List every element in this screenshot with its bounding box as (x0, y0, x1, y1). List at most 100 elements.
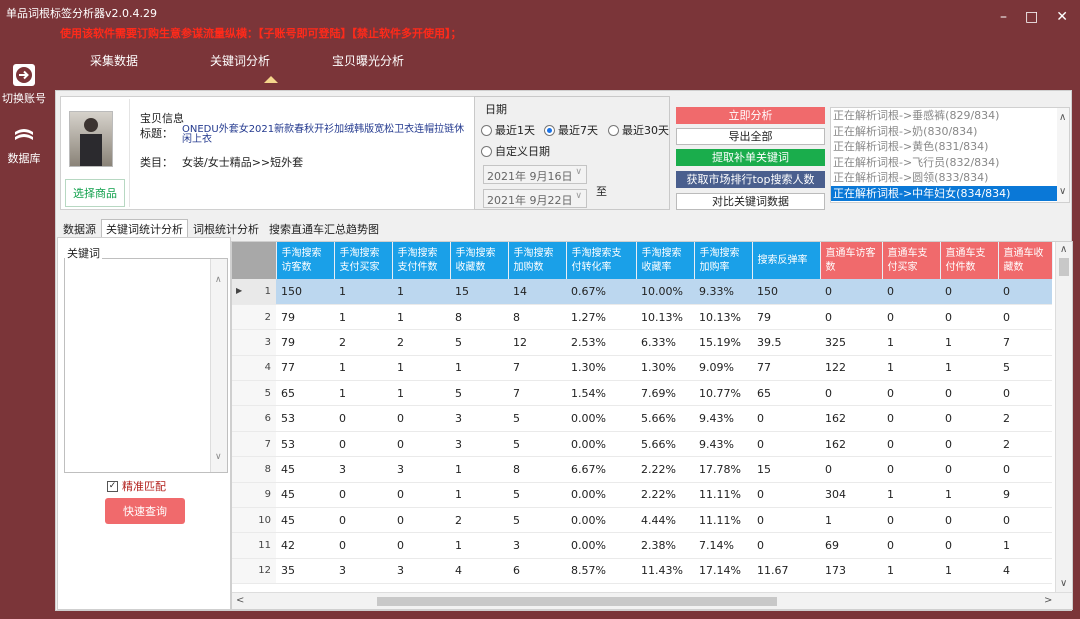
table-cell[interactable]: 0 (820, 304, 882, 331)
radio-last-7-days[interactable]: 最近7天 (544, 122, 598, 138)
chevron-left-icon[interactable]: < (236, 595, 244, 606)
column-header[interactable]: 手淘搜索支付买家 (334, 242, 393, 279)
table-cell[interactable]: 8.57% (566, 558, 636, 585)
keyword-scrollbar[interactable]: ∧ ∨ (210, 259, 227, 472)
table-cell[interactable]: 0 (334, 532, 392, 559)
tab-exposure-analysis[interactable]: 宝贝曝光分析 (332, 52, 432, 69)
subtab-root-stats[interactable]: 词根统计分析 (188, 219, 264, 239)
table-cell[interactable]: 39.5 (752, 329, 820, 356)
table-cell[interactable]: 0 (882, 507, 940, 534)
table-cell[interactable]: 1 (450, 532, 508, 559)
radio-last-1-day[interactable]: 最近1天 (481, 122, 535, 138)
chevron-down-icon[interactable]: ∨ (1059, 186, 1066, 197)
table-cell[interactable]: 0 (752, 482, 820, 509)
log-item[interactable]: 正在解析词根->圆领(833/834) (831, 170, 1069, 186)
chevron-up-icon[interactable]: ∧ (1059, 112, 1066, 123)
table-cell[interactable]: 12 (508, 329, 566, 356)
table-cell[interactable]: 3 (508, 532, 566, 559)
table-cell[interactable]: 0 (752, 507, 820, 534)
row-number[interactable]: 2 (232, 304, 276, 331)
select-product-button[interactable]: 选择商品 (65, 179, 125, 207)
table-cell[interactable]: 77 (752, 355, 820, 382)
column-header[interactable]: 手淘搜索访客数 (276, 242, 335, 279)
export-all-button[interactable]: 导出全部 (676, 128, 825, 145)
radio-custom-date[interactable]: 自定义日期 (481, 143, 550, 159)
table-cell[interactable]: 69 (820, 532, 882, 559)
grid-horizontal-scrollbar[interactable]: < > (232, 592, 1072, 609)
table-cell[interactable]: 15.19% (694, 329, 752, 356)
table-cell[interactable]: 5 (508, 405, 566, 432)
table-cell[interactable]: 17.14% (694, 558, 752, 585)
table-cell[interactable]: 1 (940, 558, 998, 585)
table-cell[interactable]: 0.67% (566, 279, 636, 305)
table-cell[interactable]: 1 (940, 329, 998, 356)
table-cell[interactable]: 122 (820, 355, 882, 382)
table-cell[interactable]: 0 (392, 507, 450, 534)
table-cell[interactable]: 325 (820, 329, 882, 356)
table-cell[interactable]: 0.00% (566, 482, 636, 509)
table-cell[interactable]: 0 (752, 405, 820, 432)
table-row[interactable]: 12 35 3 3 4 6 8.57% 11.43% 17.14% 11.67 173 1 1 4 (232, 558, 1052, 585)
table-cell[interactable]: 6.33% (636, 329, 694, 356)
table-cell[interactable]: 0 (940, 507, 998, 534)
table-cell[interactable]: 0.00% (566, 405, 636, 432)
table-cell[interactable]: 0 (820, 380, 882, 407)
table-cell[interactable]: 0 (334, 405, 392, 432)
table-cell[interactable]: 14 (508, 279, 566, 305)
table-cell[interactable]: 35 (276, 558, 334, 585)
minimize-button[interactable]: – (1000, 9, 1007, 25)
table-cell[interactable]: 5.66% (636, 431, 694, 458)
table-cell[interactable]: 0 (998, 279, 1052, 305)
log-item[interactable]: 正在解析词根->飞行员(832/834) (831, 155, 1069, 171)
table-cell[interactable]: 1 (334, 279, 392, 305)
grid-vertical-scrollbar[interactable]: ∧ ∨ (1055, 242, 1072, 593)
start-date-picker[interactable]: 2021年 9月16日 ∨ (483, 165, 587, 184)
chevron-up-icon[interactable]: ∧ (1060, 244, 1067, 255)
table-row[interactable]: 4 77 1 1 1 7 1.30% 1.30% 9.09% 77 122 1 1 5 (232, 355, 1052, 382)
table-cell[interactable]: 0 (940, 431, 998, 458)
progress-log-list[interactable]: 正在解析词根->垂感裤(829/834) 正在解析词根->奶(830/834) … (830, 107, 1070, 203)
table-cell[interactable]: 10.00% (636, 279, 694, 305)
table-cell[interactable]: 9.43% (694, 405, 752, 432)
chevron-down-icon[interactable]: ∨ (215, 452, 222, 462)
table-cell[interactable]: 5 (508, 431, 566, 458)
table-row[interactable]: 2 79 1 1 8 8 1.27% 10.13% 10.13% 79 0 0 0 0 (232, 304, 1052, 331)
table-cell[interactable]: 0 (940, 304, 998, 331)
table-cell[interactable]: 2 (998, 431, 1052, 458)
table-cell[interactable]: 0 (820, 279, 882, 305)
table-cell[interactable]: 2 (334, 329, 392, 356)
table-cell[interactable]: 1 (882, 558, 940, 585)
table-cell[interactable]: 0 (882, 405, 940, 432)
scroll-thumb[interactable] (377, 597, 777, 606)
table-cell[interactable]: 0 (752, 431, 820, 458)
column-header[interactable]: 手淘搜索加购数 (508, 242, 567, 279)
table-cell[interactable]: 0 (998, 507, 1052, 534)
tab-keyword-analysis[interactable]: 关键词分析 (210, 52, 332, 83)
table-cell[interactable]: 79 (752, 304, 820, 331)
table-cell[interactable]: 65 (276, 380, 334, 407)
table-row[interactable]: 3 79 2 2 5 12 2.53% 6.33% 15.19% 39.5 325 1 1 7 (232, 329, 1052, 356)
table-row[interactable]: 7 53 0 0 3 5 0.00% 5.66% 9.43% 0 162 0 0 2 (232, 431, 1052, 458)
log-item-selected[interactable]: 正在解析词根->中年妇女(834/834) (831, 185, 1069, 201)
table-cell[interactable]: 0 (392, 482, 450, 509)
row-number[interactable]: 9 (232, 482, 276, 509)
table-cell[interactable]: 0 (882, 304, 940, 331)
row-number[interactable]: 3 (232, 329, 276, 356)
table-cell[interactable]: 79 (276, 329, 334, 356)
column-header[interactable]: 手淘搜索收藏数 (450, 242, 509, 279)
table-cell[interactable]: 1 (882, 329, 940, 356)
table-cell[interactable]: 0 (882, 380, 940, 407)
table-cell[interactable]: 0 (940, 456, 998, 483)
table-cell[interactable]: 3 (392, 558, 450, 585)
table-cell[interactable]: 10.13% (694, 304, 752, 331)
table-cell[interactable]: 42 (276, 532, 334, 559)
row-number[interactable]: 12 (232, 558, 276, 585)
row-number[interactable]: 8 (232, 456, 276, 483)
table-cell[interactable]: 2.38% (636, 532, 694, 559)
table-cell[interactable]: 2.22% (636, 456, 694, 483)
table-cell[interactable]: 1 (392, 304, 450, 331)
table-cell[interactable]: 79 (276, 304, 334, 331)
table-cell[interactable]: 0 (752, 532, 820, 559)
table-cell[interactable]: 0.00% (566, 431, 636, 458)
table-cell[interactable]: 1 (392, 355, 450, 382)
